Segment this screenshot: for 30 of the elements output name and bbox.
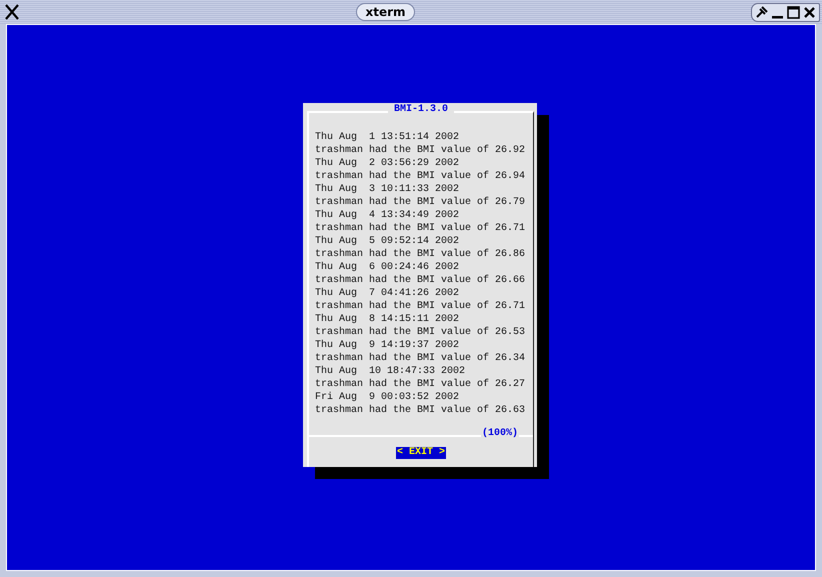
pin-icon[interactable] [754,4,769,20]
log-line: trashman had the BMI value of 26.71 [315,300,526,313]
log-line: trashman had the BMI value of 26.94 [315,170,526,183]
log-line: Thu Aug 5 09:52:14 2002 [315,235,460,248]
close-icon[interactable] [802,4,817,20]
maximize-icon[interactable] [786,4,801,20]
log-line: trashman had the BMI value of 26.63 [315,404,526,417]
x-logo-icon[interactable] [4,4,20,20]
scroll-percentage: (100%) [480,428,519,439]
window-title: xterm [356,3,415,21]
log-line: Thu Aug 9 14:19:37 2002 [315,339,460,352]
log-line: Thu Aug 6 00:24:46 2002 [315,261,460,274]
log-line: trashman had the BMI value of 26.53 [315,326,526,339]
log-line: Thu Aug 3 10:11:33 2002 [315,183,460,196]
log-line: Thu Aug 7 04:41:26 2002 [315,287,460,300]
exit-button[interactable]: < EXIT > [396,447,446,459]
log-line: Thu Aug 2 03:56:29 2002 [315,157,460,170]
log-line: trashman had the BMI value of 26.79 [315,196,526,209]
log-line: trashman had the BMI value of 26.27 [315,378,526,391]
log-line: trashman had the BMI value of 26.92 [315,144,526,157]
log-line: Thu Aug 8 14:15:11 2002 [315,313,460,326]
log-line: Thu Aug 10 18:47:33 2002 [315,365,466,378]
log-line: trashman had the BMI value of 26.86 [315,248,526,261]
log-line: Fri Aug 9 00:03:52 2002 [315,391,460,404]
dialog-title: BMI-1.3.0 [388,104,454,115]
log-line: trashman had the BMI value of 26.34 [315,352,526,365]
log-line: trashman had the BMI value of 26.66 [315,274,526,287]
log-line: trashman had the BMI value of 26.71 [315,222,526,235]
log-line: Thu Aug 4 13:34:49 2002 [315,209,460,222]
log-line: Thu Aug 1 13:51:14 2002 [315,131,460,144]
